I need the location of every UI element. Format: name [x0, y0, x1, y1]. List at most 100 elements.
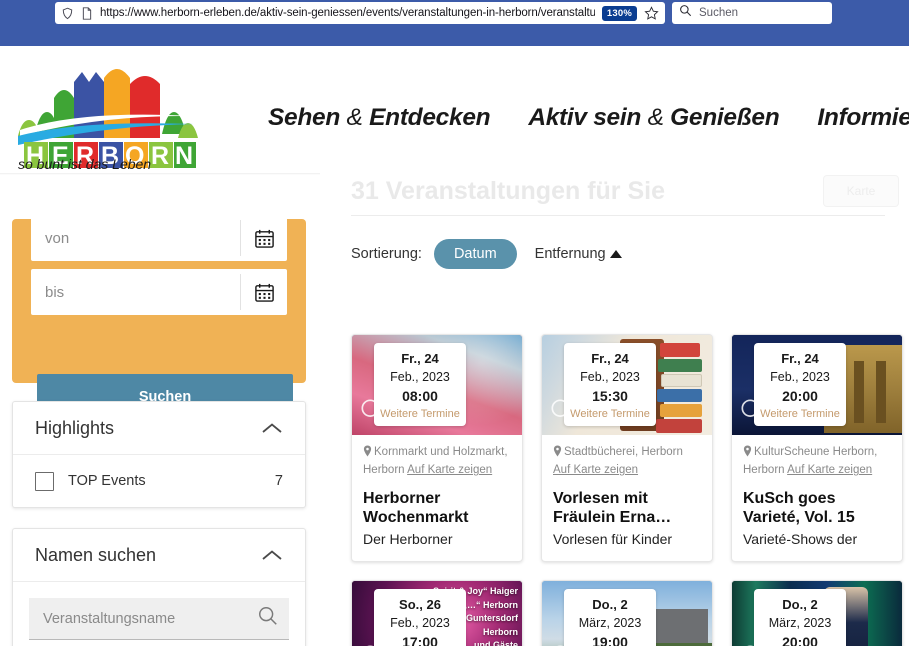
event-date-badge: Fr., 24 Feb., 2023 20:00 Weitere Termine	[754, 343, 846, 426]
browser-search-placeholder: Suchen	[699, 7, 739, 19]
nav-item-sehen-entdecken[interactable]: Sehen & Entdecken	[268, 104, 491, 132]
browser-chrome: https://www.herborn-erleben.de/aktiv-sei…	[0, 0, 909, 46]
highlights-panel-header[interactable]: Highlights	[13, 402, 305, 455]
header-shadow	[0, 173, 320, 175]
sorting-bar: Sortierung: Datum Entfernung	[351, 239, 628, 269]
highlights-panel: Highlights TOP Events 7	[12, 401, 306, 508]
event-date-badge: So., 26 Feb., 2023 17:00	[374, 589, 466, 646]
event-month: Feb., 2023	[580, 369, 640, 384]
event-card-grid: Fr., 24 Feb., 2023 08:00 Weitere Termine…	[351, 334, 909, 646]
event-card-body: Kornmarkt und Holzmarkt, Herborn Auf Kar…	[352, 435, 522, 561]
page-info-icon	[81, 6, 93, 20]
date-from-field[interactable]: von	[31, 215, 287, 261]
show-on-map-link[interactable]: Auf Karte zeigen	[407, 464, 492, 476]
event-name-search-input[interactable]: Veranstaltungsname	[29, 598, 289, 640]
search-icon	[679, 4, 692, 22]
event-location-line: Kornmarkt und Holzmarkt, Herborn Auf Kar…	[363, 444, 511, 479]
name-search-panel-header[interactable]: Namen suchen	[13, 529, 305, 582]
event-card[interactable]: Fr., 24 Feb., 2023 15:30 Weitere Termine…	[541, 334, 713, 563]
magnifier-icon[interactable]	[550, 398, 576, 429]
event-date-badge: Fr., 24 Feb., 2023 15:30 Weitere Termine	[564, 343, 656, 426]
logo-tagline: so bunt ist das Leben	[18, 156, 152, 172]
magnifier-icon[interactable]	[740, 398, 766, 429]
filter-option-top-events[interactable]: TOP Events 7	[13, 455, 305, 507]
event-subtitle: Der Herborner	[363, 530, 453, 547]
event-location-line: Stadtbücherei, Herborn Auf Karte zeigen	[553, 444, 701, 479]
chevron-up-icon[interactable]	[261, 549, 283, 562]
top-events-count: 7	[274, 473, 283, 489]
event-card[interactable]: „Spirit & Joy“ Haiger „…“ Herborn Guntersd…	[351, 580, 523, 646]
image-shape-book	[660, 404, 702, 417]
event-location: Stadtbücherei, Herborn	[564, 446, 683, 458]
bookmark-star-icon[interactable]	[644, 5, 659, 21]
event-time: 20:00	[782, 387, 818, 404]
url-text: https://www.herborn-erleben.de/aktiv-sei…	[100, 7, 595, 19]
event-image: „Spirit & Joy“ Haiger „…“ Herborn Guntersd…	[352, 581, 522, 646]
nav-label-amp: &	[647, 104, 664, 131]
event-image: Fr., 24 Feb., 2023 15:30 Weitere Termine	[542, 335, 712, 435]
date-to-field[interactable]: bis	[31, 269, 287, 315]
location-pin-icon	[743, 445, 752, 462]
nav-label-tail: Genießen	[670, 104, 780, 131]
magnifier-icon[interactable]	[360, 398, 386, 429]
event-card-body: KulturScheune Herborn, Herborn Auf Karte…	[732, 435, 902, 561]
sort-distance-label: Entfernung	[534, 246, 606, 262]
search-icon[interactable]	[257, 605, 279, 632]
event-time: 15:30	[592, 387, 628, 404]
web-page: H E R B O R N so bunt ist das Leben Sehe…	[0, 46, 909, 646]
nav-label-main: Aktiv sein	[528, 104, 642, 131]
top-events-label: TOP Events	[68, 473, 146, 489]
event-card[interactable]: Fr., 24 Feb., 2023 08:00 Weitere Termine…	[351, 334, 523, 563]
event-title[interactable]: Herborner Wochenmarkt	[363, 489, 511, 528]
event-month: März, 2023	[578, 615, 642, 630]
address-bar[interactable]: https://www.herborn-erleben.de/aktiv-sei…	[55, 2, 665, 24]
event-card[interactable]: Do., 2 März, 2023 20:00	[731, 580, 903, 646]
more-dates-label[interactable]: Weitere Termine	[758, 408, 842, 420]
event-subtitle: Vorlesen für Kinder	[553, 530, 673, 547]
chevron-up-icon[interactable]	[261, 422, 283, 435]
event-card[interactable]: Do., 2 März, 2023 19:00	[541, 580, 713, 646]
show-on-map-link[interactable]: Auf Karte zeigen	[787, 464, 872, 476]
more-dates-label[interactable]: Weitere Termine	[568, 408, 652, 420]
shield-icon	[61, 7, 74, 20]
event-time: 20:00	[782, 633, 818, 646]
more-dates-label[interactable]: Weitere Termine	[378, 408, 462, 420]
event-title[interactable]: KuSch goes Varieté, Vol. 15	[743, 489, 891, 528]
event-image: Do., 2 März, 2023 20:00	[732, 581, 902, 646]
checkbox-top-events[interactable]	[35, 471, 54, 491]
triangle-up-icon	[609, 250, 622, 258]
nav-item-informieren-planen[interactable]: Informieren & Planen	[817, 104, 909, 132]
show-map-button[interactable]: Karte	[823, 175, 899, 207]
event-month: Feb., 2023	[390, 615, 450, 630]
event-day: Fr., 24	[401, 351, 439, 366]
calendar-icon[interactable]	[241, 228, 287, 249]
event-card-body: Stadtbücherei, Herborn Auf Karte zeigen …	[542, 435, 712, 561]
nav-label-amp: &	[346, 104, 363, 131]
event-day: Do., 2	[592, 597, 628, 613]
event-image: Fr., 24 Feb., 2023 20:00 Weitere Termine	[732, 335, 902, 435]
location-pin-icon	[553, 445, 562, 462]
event-title[interactable]: Vorlesen mit Fräulein Erna…	[553, 489, 701, 528]
date-from-placeholder: von	[45, 229, 70, 247]
event-time: 19:00	[592, 633, 628, 646]
image-shape-book	[660, 343, 700, 357]
herborn-logo[interactable]: H E R B O R N so bunt ist das Leben	[12, 58, 198, 172]
event-date-badge: Do., 2 März, 2023 20:00	[754, 589, 846, 646]
event-card[interactable]: Fr., 24 Feb., 2023 20:00 Weitere Termine…	[731, 334, 903, 563]
sort-by-distance-option[interactable]: Entfernung	[529, 239, 628, 269]
show-on-map-link[interactable]: Auf Karte zeigen	[553, 464, 638, 476]
calendar-icon[interactable]	[241, 282, 287, 303]
sort-label: Sortierung:	[351, 246, 422, 262]
sort-by-date-pill[interactable]: Datum	[433, 239, 517, 269]
date-filter-panel: von bis Suchen	[12, 215, 306, 419]
event-image: Fr., 24 Feb., 2023 08:00 Weitere Termine	[352, 335, 522, 435]
event-subtitle: Varieté-Shows der	[743, 530, 858, 547]
image-shape-column	[876, 361, 886, 423]
nav-label-main: Sehen	[268, 104, 341, 131]
browser-search-box[interactable]: Suchen	[672, 2, 832, 24]
nav-item-aktiv-sein-geniessen[interactable]: Aktiv sein & Genießen	[528, 104, 779, 132]
event-date-badge: Fr., 24 Feb., 2023 08:00 Weitere Termine	[374, 343, 466, 426]
zoom-level-badge[interactable]: 130%	[601, 5, 637, 21]
nav-label-main: Informieren	[817, 104, 909, 131]
event-date-badge: Do., 2 März, 2023 19:00	[564, 589, 656, 646]
